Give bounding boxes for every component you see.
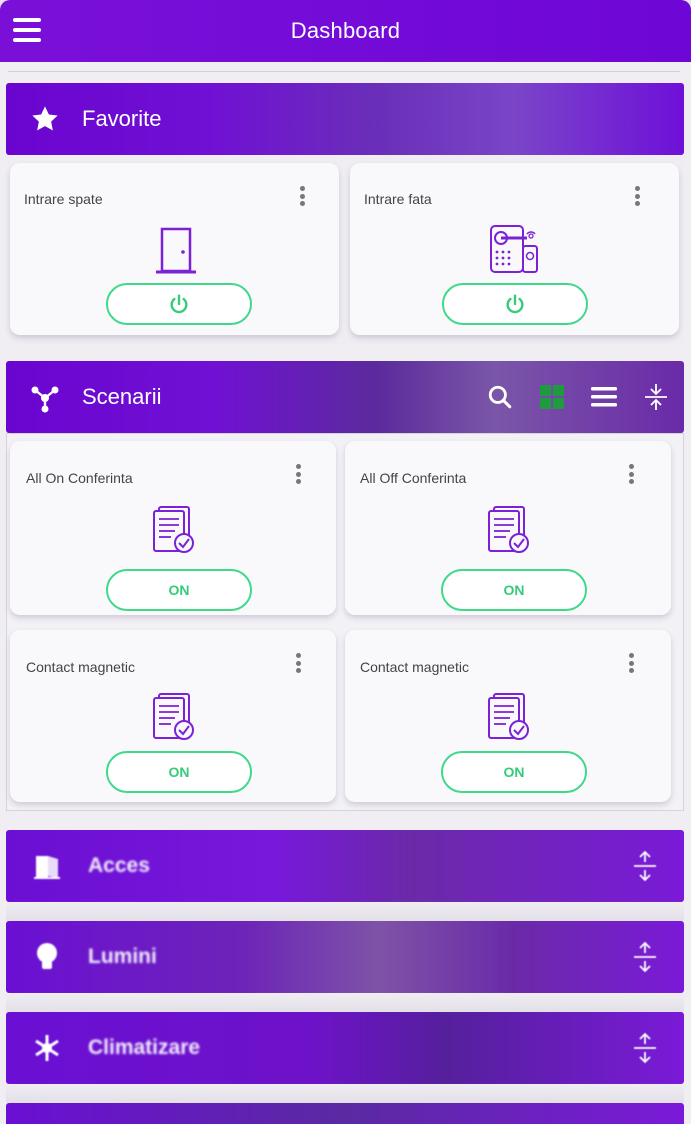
grid-view-icon[interactable] [538, 383, 566, 411]
menu-icon[interactable] [13, 18, 41, 42]
acces-section-title: Acces [88, 854, 150, 877]
list-view-icon[interactable] [590, 383, 618, 411]
next-section-header[interactable] [6, 1103, 684, 1124]
scene-card[interactable]: All Off Conferinta ON [345, 441, 671, 615]
lumini-section-header[interactable]: Lumini [6, 921, 684, 993]
scene-on-button[interactable]: ON [106, 569, 252, 611]
door-icon [150, 223, 202, 277]
scene-card[interactable]: Contact magnetic ON [10, 630, 336, 802]
acces-section-header[interactable]: Acces [6, 830, 684, 902]
star-icon [28, 102, 62, 136]
scene-on-button[interactable]: ON [441, 569, 587, 611]
power-button[interactable] [106, 283, 252, 325]
scene-name: Contact magnetic [26, 659, 135, 675]
scene-name: Contact magnetic [360, 659, 469, 675]
scene-card[interactable]: Contact magnetic ON [345, 630, 671, 802]
expand-icon[interactable] [632, 941, 658, 973]
favorite-card[interactable]: Intrare fata [350, 163, 679, 335]
page-title: Dashboard [290, 18, 401, 43]
snowflake-icon [30, 1031, 64, 1065]
scene-name: All On Conferinta [26, 470, 133, 486]
scene-document-icon [150, 690, 198, 744]
scene-card[interactable]: All On Conferinta ON [10, 441, 336, 615]
top-app-bar: Dashboard [0, 0, 691, 62]
more-options-icon[interactable] [633, 183, 641, 209]
power-icon [170, 294, 188, 314]
device-name: Intrare spate [24, 191, 103, 207]
favorite-panel: Intrare spate Intrare fata [6, 155, 684, 345]
door-open-icon [30, 849, 64, 883]
smart-lock-icon [486, 221, 542, 277]
more-options-icon[interactable] [294, 650, 302, 676]
scene-document-icon [150, 503, 198, 557]
favorite-card[interactable]: Intrare spate [10, 163, 339, 335]
collapse-icon[interactable] [642, 383, 670, 411]
scene-network-icon [28, 380, 62, 414]
favorite-section-title: Favorite [82, 106, 162, 131]
more-options-icon[interactable] [627, 461, 635, 487]
scenarii-section-title: Scenarii [82, 384, 162, 409]
scene-document-icon [485, 690, 533, 744]
favorite-section-header[interactable]: Favorite [6, 83, 684, 155]
divider [8, 71, 680, 72]
scene-name: All Off Conferinta [360, 470, 467, 486]
device-name: Intrare fata [364, 191, 432, 207]
scene-on-button[interactable]: ON [441, 751, 587, 793]
scenarii-toolbar [486, 383, 670, 411]
expand-icon[interactable] [632, 850, 658, 882]
power-icon [506, 294, 524, 314]
climatizare-section-header[interactable]: Climatizare [6, 1012, 684, 1084]
more-options-icon[interactable] [294, 461, 302, 487]
search-icon[interactable] [486, 383, 514, 411]
section-shadow [6, 1083, 684, 1103]
expand-icon[interactable] [632, 1032, 658, 1064]
scene-on-button[interactable]: ON [106, 751, 252, 793]
scenarii-section-header[interactable]: Scenarii [6, 361, 684, 433]
lumini-section-title: Lumini [88, 945, 157, 968]
more-options-icon[interactable] [627, 650, 635, 676]
section-shadow [6, 901, 684, 921]
bulb-icon [30, 940, 64, 974]
more-options-icon[interactable] [298, 183, 306, 209]
section-shadow [6, 992, 684, 1012]
climatizare-section-title: Climatizare [88, 1036, 201, 1059]
power-button[interactable] [442, 283, 588, 325]
scenarii-panel: All On Conferinta ON All Off Conferinta … [6, 433, 684, 811]
scene-document-icon [485, 503, 533, 557]
